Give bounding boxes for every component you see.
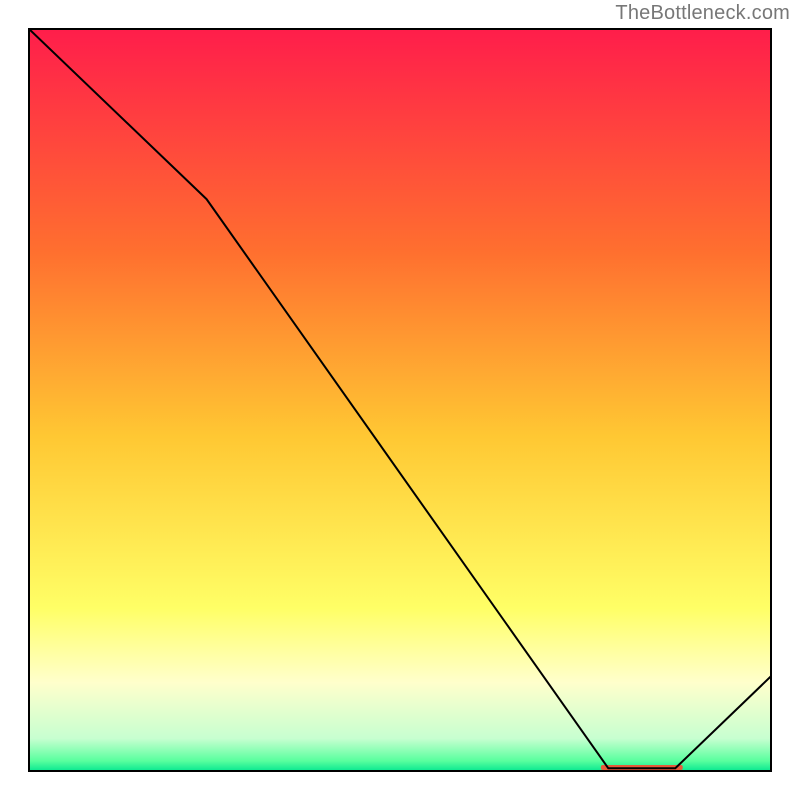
plot-svg [28, 28, 772, 772]
attribution-label: TheBottleneck.com [615, 2, 790, 25]
plot-background [28, 28, 772, 772]
chart-canvas: TheBottleneck.com [0, 0, 800, 800]
plot-frame [28, 28, 772, 772]
